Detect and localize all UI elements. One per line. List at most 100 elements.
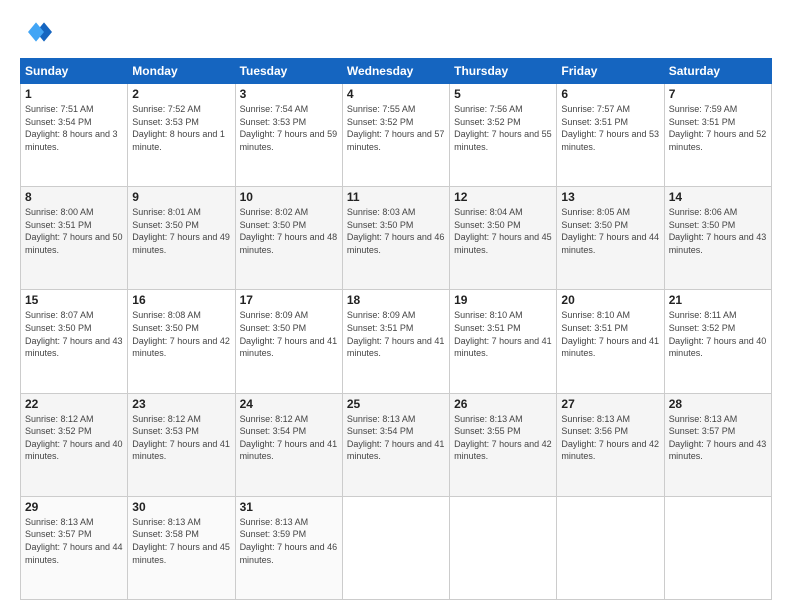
calendar-cell: 18Sunrise: 8:09 AMSunset: 3:51 PMDayligh… <box>342 290 449 393</box>
calendar-cell: 7Sunrise: 7:59 AMSunset: 3:51 PMDaylight… <box>664 84 771 187</box>
day-number: 11 <box>347 190 445 204</box>
cell-content: Sunrise: 8:12 AMSunset: 3:52 PMDaylight:… <box>25 413 123 463</box>
day-number: 26 <box>454 397 552 411</box>
calendar-week-row: 15 Sunrise: 8:07 AMSunset: 3:50 PMDayligh… <box>21 290 772 393</box>
day-number: 9 <box>132 190 230 204</box>
calendar-cell: 14Sunrise: 8:06 AMSunset: 3:50 PMDayligh… <box>664 187 771 290</box>
cell-content: Sunrise: 8:08 AMSunset: 3:50 PMDaylight:… <box>132 309 230 359</box>
calendar-cell: 13 Sunrise: 8:05 AMSunset: 3:50 PMDayligh… <box>557 187 664 290</box>
calendar-header-saturday: Saturday <box>664 59 771 84</box>
day-number: 2 <box>132 87 230 101</box>
calendar-cell <box>557 496 664 599</box>
day-number: 29 <box>25 500 123 514</box>
calendar-cell: 12 Sunrise: 8:04 AMSunset: 3:50 PMDayligh… <box>450 187 557 290</box>
cell-content: Sunrise: 8:02 AMSunset: 3:50 PMDaylight:… <box>240 206 338 256</box>
page: SundayMondayTuesdayWednesdayThursdayFrid… <box>0 0 792 612</box>
day-number: 25 <box>347 397 445 411</box>
day-number: 17 <box>240 293 338 307</box>
cell-content: Sunrise: 8:04 AMSunset: 3:50 PMDaylight:… <box>454 206 552 256</box>
day-number: 10 <box>240 190 338 204</box>
cell-content: Sunrise: 8:13 AMSunset: 3:56 PMDaylight:… <box>561 413 659 463</box>
day-number: 6 <box>561 87 659 101</box>
calendar-week-row: 29 Sunrise: 8:13 AMSunset: 3:57 PMDayligh… <box>21 496 772 599</box>
calendar-cell: 8 Sunrise: 8:00 AMSunset: 3:51 PMDaylight… <box>21 187 128 290</box>
calendar-header-sunday: Sunday <box>21 59 128 84</box>
calendar-week-row: 8 Sunrise: 8:00 AMSunset: 3:51 PMDaylight… <box>21 187 772 290</box>
cell-content: Sunrise: 8:13 AMSunset: 3:59 PMDaylight:… <box>240 516 338 566</box>
calendar-header-friday: Friday <box>557 59 664 84</box>
calendar-cell: 29 Sunrise: 8:13 AMSunset: 3:57 PMDayligh… <box>21 496 128 599</box>
calendar-table: SundayMondayTuesdayWednesdayThursdayFrid… <box>20 58 772 600</box>
logo-icon <box>20 16 52 48</box>
day-number: 1 <box>25 87 123 101</box>
cell-content: Sunrise: 8:07 AMSunset: 3:50 PMDaylight:… <box>25 309 123 359</box>
day-number: 18 <box>347 293 445 307</box>
calendar-cell: 21 Sunrise: 8:11 AMSunset: 3:52 PMDayligh… <box>664 290 771 393</box>
cell-content: Sunrise: 8:12 AMSunset: 3:54 PMDaylight:… <box>240 413 338 463</box>
day-number: 30 <box>132 500 230 514</box>
calendar-cell: 25 Sunrise: 8:13 AMSunset: 3:54 PMDayligh… <box>342 393 449 496</box>
calendar-cell: 4 Sunrise: 7:55 AMSunset: 3:52 PMDaylight… <box>342 84 449 187</box>
cell-content: Sunrise: 8:13 AMSunset: 3:58 PMDaylight:… <box>132 516 230 566</box>
calendar-cell: 17 Sunrise: 8:09 AMSunset: 3:50 PMDayligh… <box>235 290 342 393</box>
calendar-week-row: 22 Sunrise: 8:12 AMSunset: 3:52 PMDayligh… <box>21 393 772 496</box>
calendar-cell: 31 Sunrise: 8:13 AMSunset: 3:59 PMDayligh… <box>235 496 342 599</box>
day-number: 13 <box>561 190 659 204</box>
calendar-cell: 3 Sunrise: 7:54 AMSunset: 3:53 PMDaylight… <box>235 84 342 187</box>
cell-content: Sunrise: 7:56 AMSunset: 3:52 PMDaylight:… <box>454 103 552 153</box>
calendar-cell: 1 Sunrise: 7:51 AMSunset: 3:54 PMDaylight… <box>21 84 128 187</box>
calendar-cell: 30 Sunrise: 8:13 AMSunset: 3:58 PMDayligh… <box>128 496 235 599</box>
calendar-cell: 27Sunrise: 8:13 AMSunset: 3:56 PMDayligh… <box>557 393 664 496</box>
cell-content: Sunrise: 7:51 AMSunset: 3:54 PMDaylight:… <box>25 103 123 153</box>
cell-content: Sunrise: 8:06 AMSunset: 3:50 PMDaylight:… <box>669 206 767 256</box>
calendar-cell: 5 Sunrise: 7:56 AMSunset: 3:52 PMDaylight… <box>450 84 557 187</box>
calendar-cell: 24 Sunrise: 8:12 AMSunset: 3:54 PMDayligh… <box>235 393 342 496</box>
calendar-header-tuesday: Tuesday <box>235 59 342 84</box>
day-number: 3 <box>240 87 338 101</box>
cell-content: Sunrise: 7:52 AMSunset: 3:53 PMDaylight:… <box>132 103 230 153</box>
day-number: 21 <box>669 293 767 307</box>
cell-content: Sunrise: 7:55 AMSunset: 3:52 PMDaylight:… <box>347 103 445 153</box>
cell-content: Sunrise: 7:59 AMSunset: 3:51 PMDaylight:… <box>669 103 767 153</box>
calendar-cell: 22 Sunrise: 8:12 AMSunset: 3:52 PMDayligh… <box>21 393 128 496</box>
cell-content: Sunrise: 8:13 AMSunset: 3:57 PMDaylight:… <box>25 516 123 566</box>
day-number: 31 <box>240 500 338 514</box>
cell-content: Sunrise: 8:13 AMSunset: 3:57 PMDaylight:… <box>669 413 767 463</box>
cell-content: Sunrise: 8:03 AMSunset: 3:50 PMDaylight:… <box>347 206 445 256</box>
calendar-header-monday: Monday <box>128 59 235 84</box>
cell-content: Sunrise: 8:09 AMSunset: 3:50 PMDaylight:… <box>240 309 338 359</box>
calendar-cell: 26Sunrise: 8:13 AMSunset: 3:55 PMDayligh… <box>450 393 557 496</box>
cell-content: Sunrise: 8:00 AMSunset: 3:51 PMDaylight:… <box>25 206 123 256</box>
cell-content: Sunrise: 8:05 AMSunset: 3:50 PMDaylight:… <box>561 206 659 256</box>
cell-content: Sunrise: 8:13 AMSunset: 3:54 PMDaylight:… <box>347 413 445 463</box>
cell-content: Sunrise: 8:10 AMSunset: 3:51 PMDaylight:… <box>561 309 659 359</box>
day-number: 12 <box>454 190 552 204</box>
calendar-cell: 10 Sunrise: 8:02 AMSunset: 3:50 PMDayligh… <box>235 187 342 290</box>
day-number: 22 <box>25 397 123 411</box>
day-number: 16 <box>132 293 230 307</box>
day-number: 15 <box>25 293 123 307</box>
day-number: 5 <box>454 87 552 101</box>
calendar-cell <box>342 496 449 599</box>
day-number: 4 <box>347 87 445 101</box>
cell-content: Sunrise: 8:11 AMSunset: 3:52 PMDaylight:… <box>669 309 767 359</box>
cell-content: Sunrise: 8:10 AMSunset: 3:51 PMDaylight:… <box>454 309 552 359</box>
calendar-cell <box>450 496 557 599</box>
day-number: 8 <box>25 190 123 204</box>
day-number: 19 <box>454 293 552 307</box>
calendar-cell: 19 Sunrise: 8:10 AMSunset: 3:51 PMDayligh… <box>450 290 557 393</box>
day-number: 23 <box>132 397 230 411</box>
day-number: 20 <box>561 293 659 307</box>
calendar-cell: 23Sunrise: 8:12 AMSunset: 3:53 PMDayligh… <box>128 393 235 496</box>
calendar-cell: 20 Sunrise: 8:10 AMSunset: 3:51 PMDayligh… <box>557 290 664 393</box>
cell-content: Sunrise: 7:54 AMSunset: 3:53 PMDaylight:… <box>240 103 338 153</box>
calendar-cell: 28 Sunrise: 8:13 AMSunset: 3:57 PMDayligh… <box>664 393 771 496</box>
logo <box>20 16 56 48</box>
calendar-cell: 16 Sunrise: 8:08 AMSunset: 3:50 PMDayligh… <box>128 290 235 393</box>
calendar-header-thursday: Thursday <box>450 59 557 84</box>
calendar-cell: 6Sunrise: 7:57 AMSunset: 3:51 PMDaylight… <box>557 84 664 187</box>
calendar-cell: 15 Sunrise: 8:07 AMSunset: 3:50 PMDayligh… <box>21 290 128 393</box>
day-number: 28 <box>669 397 767 411</box>
cell-content: Sunrise: 8:01 AMSunset: 3:50 PMDaylight:… <box>132 206 230 256</box>
day-number: 24 <box>240 397 338 411</box>
